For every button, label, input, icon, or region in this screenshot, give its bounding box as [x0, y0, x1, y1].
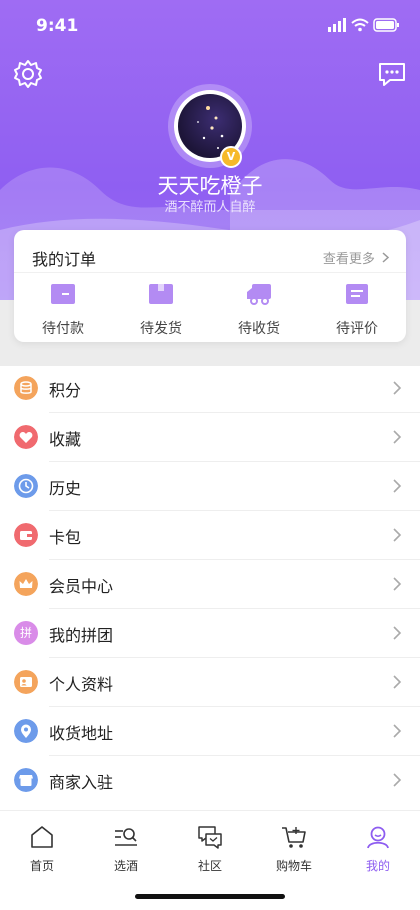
- search-list-icon: [115, 828, 137, 846]
- chevron-right-icon: [393, 626, 402, 640]
- orders-title: 我的订单: [32, 250, 97, 269]
- chevron-right-icon: [393, 675, 402, 689]
- menu-item-address[interactable]: 收货地址: [0, 707, 420, 756]
- menu-item-merchant[interactable]: 商家入驻: [0, 756, 420, 805]
- menu-item-label: 收藏: [49, 430, 82, 449]
- orders-more-link[interactable]: 查看更多: [323, 248, 390, 267]
- order-status-label: 待付款: [42, 321, 84, 337]
- cart-icon: [282, 827, 306, 848]
- menu-item-label: 商家入驻: [49, 773, 114, 792]
- menu-item-label: 我的拼团: [49, 626, 114, 645]
- menu-item-label: 积分: [49, 381, 82, 400]
- orders-more-label: 查看更多: [322, 252, 375, 267]
- menu-item-group-buy[interactable]: 拼 我的拼团: [0, 609, 420, 658]
- home-indicator: [135, 894, 285, 899]
- tab-label: 购物车: [275, 859, 312, 873]
- wallet-icon: [51, 284, 75, 304]
- menu-item-history[interactable]: 历史: [0, 462, 420, 511]
- group-buy-icon: 拼: [14, 621, 38, 645]
- tab-label: 我的: [365, 859, 390, 873]
- order-status-pending-receipt[interactable]: 待收货: [210, 282, 308, 338]
- tab-mine[interactable]: 我的: [336, 823, 420, 874]
- chevron-right-icon: [393, 773, 402, 787]
- status-bar: 9:41: [0, 0, 420, 50]
- chevron-right-icon: [393, 528, 402, 542]
- menu-item-label: 会员中心: [49, 577, 114, 596]
- points-icon: [14, 376, 38, 400]
- heart-icon: [14, 425, 38, 449]
- vip-badge: V: [220, 146, 242, 168]
- menu-item-label: 个人资料: [49, 675, 114, 694]
- account-menu: 积分 收藏 历史 卡包 会员中心 拼 我的拼团 个人资料 收货地址 商家入驻: [0, 364, 420, 805]
- menu-item-card-wallet[interactable]: 卡包: [0, 511, 420, 560]
- chevron-right-icon: [393, 724, 402, 738]
- order-status-pending-payment[interactable]: 待付款: [14, 282, 112, 338]
- menu-item-label: 收货地址: [49, 724, 114, 743]
- order-status-label: 待收货: [238, 321, 280, 337]
- tab-home[interactable]: 首页: [0, 823, 84, 874]
- message-icon[interactable]: [376, 58, 408, 90]
- menu-item-membership[interactable]: 会员中心: [0, 560, 420, 609]
- menu-item-label: 历史: [49, 479, 82, 498]
- tab-select-wine[interactable]: 选酒: [84, 823, 168, 874]
- chevron-right-icon: [393, 577, 402, 591]
- location-icon: [14, 719, 38, 743]
- tab-label: 选酒: [113, 859, 138, 873]
- user-motto: 酒不醉而人自醉: [164, 200, 256, 215]
- tab-label: 首页: [29, 859, 54, 873]
- order-status-label: 待评价: [336, 321, 378, 337]
- divider: [14, 272, 406, 273]
- crown-icon: [14, 572, 38, 596]
- clock-icon: [14, 474, 38, 498]
- status-icons: [328, 18, 399, 32]
- order-status-pending-review[interactable]: 待评价: [308, 282, 406, 338]
- chat-icon: [198, 826, 222, 849]
- menu-item-label: 卡包: [49, 528, 82, 547]
- tab-cart[interactable]: 购物车: [252, 823, 336, 874]
- card-wallet-icon: [14, 523, 38, 547]
- settings-gear-icon[interactable]: [12, 58, 44, 90]
- truck-icon: [247, 284, 271, 305]
- orders-card: 我的订单 查看更多 待付款 待发货 待收货 待评价: [14, 230, 406, 342]
- tab-label: 社区: [197, 859, 222, 873]
- status-time: 9:41: [36, 16, 79, 36]
- comment-icon: [346, 284, 368, 304]
- chevron-right-icon: [393, 430, 402, 444]
- order-status-pending-shipment[interactable]: 待发货: [112, 282, 210, 338]
- chevron-right-icon: [393, 479, 402, 493]
- menu-item-points[interactable]: 积分: [0, 364, 420, 413]
- box-icon: [149, 284, 173, 304]
- shop-icon: [14, 768, 38, 792]
- menu-item-favorites[interactable]: 收藏: [0, 413, 420, 462]
- chevron-right-icon: [382, 252, 390, 263]
- tab-community[interactable]: 社区: [168, 823, 252, 874]
- home-icon: [31, 826, 53, 848]
- user-icon: [367, 826, 389, 849]
- menu-item-profile[interactable]: 个人资料: [0, 658, 420, 707]
- order-status-label: 待发货: [140, 321, 182, 337]
- profile-card-icon: [14, 670, 38, 694]
- chevron-right-icon: [393, 381, 402, 395]
